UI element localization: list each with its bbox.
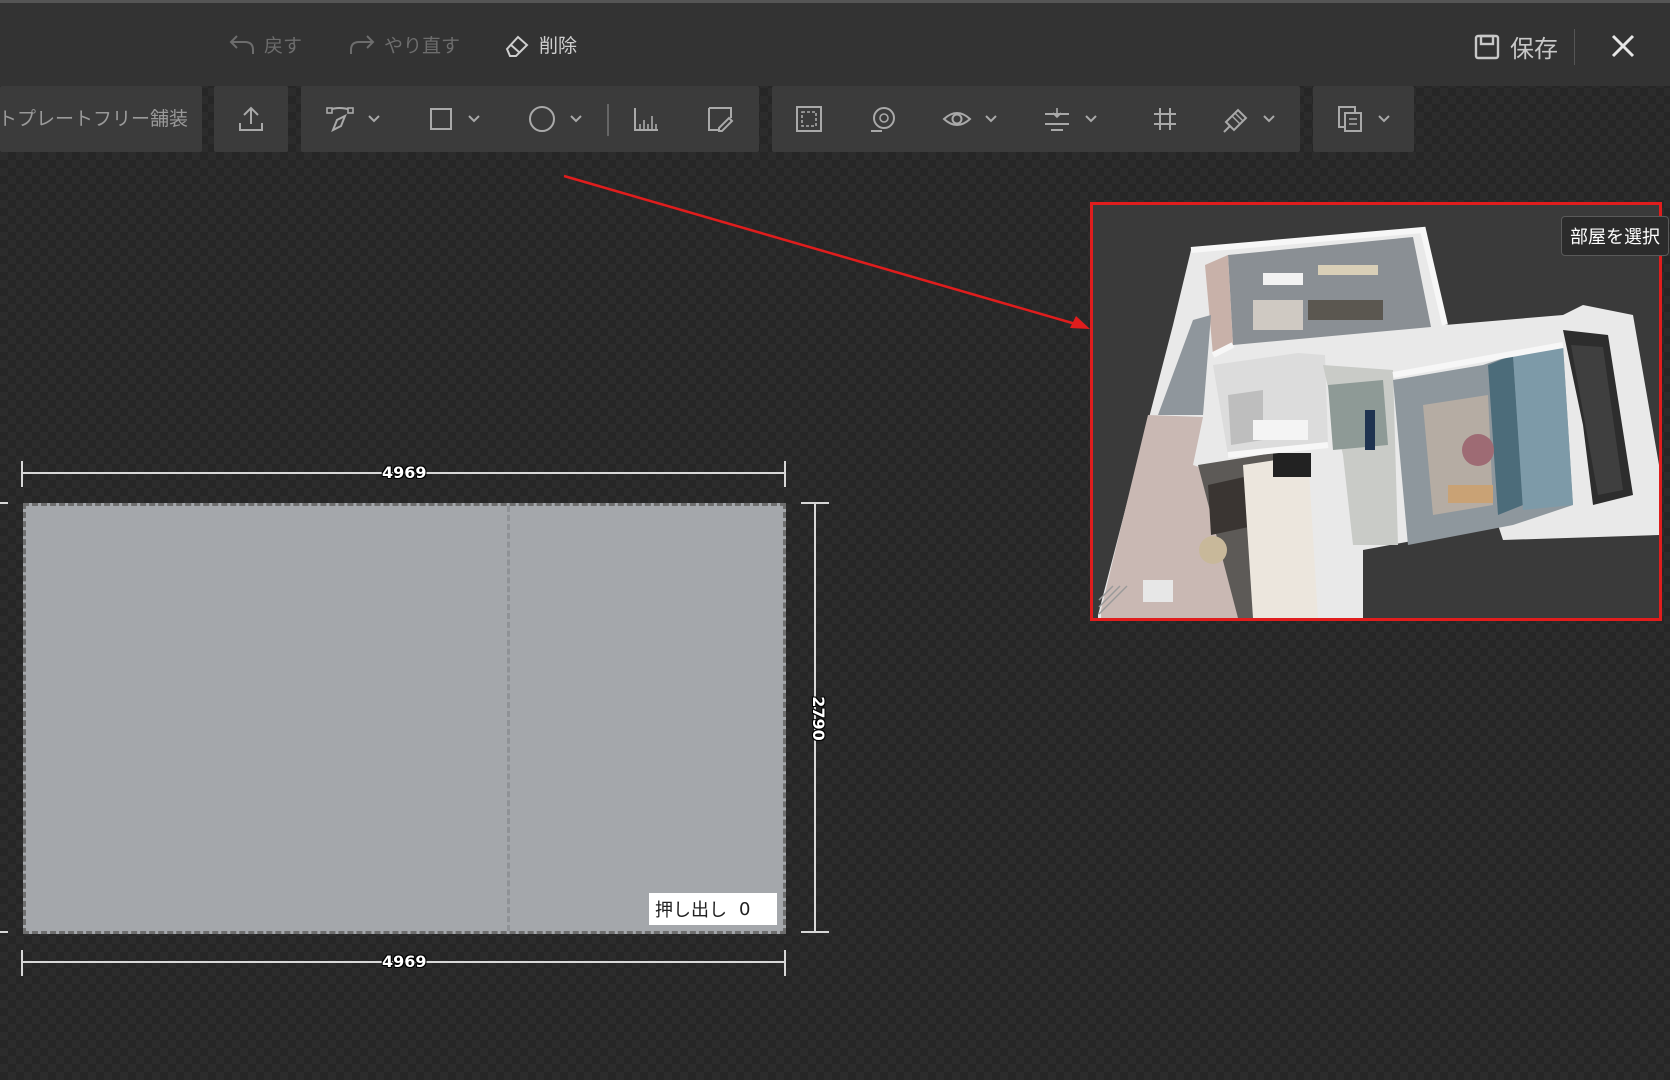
dimension-top: 4969 [382,463,427,482]
select-room-button[interactable]: 部屋を選択 [1561,216,1669,256]
extrude-field[interactable]: 押し出し 0 [649,893,777,925]
extrude-label: 押し出し [655,900,727,921]
dimension-bottom: 4969 [382,952,427,971]
floorplan-3d-preview[interactable] [1090,202,1662,621]
dimension-right: 2790 [808,696,828,741]
extrude-value: 0 [739,898,751,920]
floorplan-3d-render [1098,226,1659,618]
